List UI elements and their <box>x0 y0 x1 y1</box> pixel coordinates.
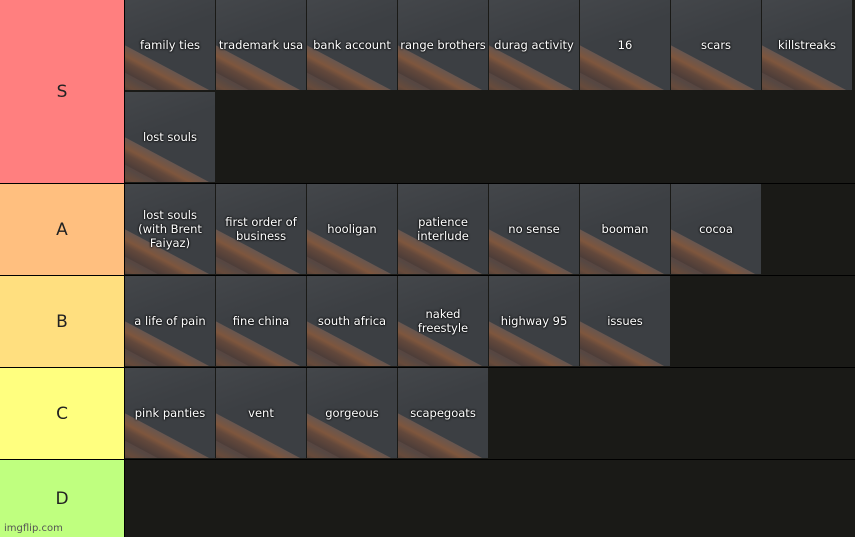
tier-item-label: range brothers <box>400 38 486 52</box>
tier-item[interactable]: family ties <box>125 0 215 90</box>
tier-item[interactable]: scapegoats <box>398 368 488 458</box>
tier-item-label: a life of pain <box>134 314 206 328</box>
tier-item[interactable]: south africa <box>307 276 397 366</box>
tier-item-label: first order of business <box>225 215 297 243</box>
tier-item-label: killstreaks <box>778 38 836 52</box>
tier-item-label: durag activity <box>494 38 574 52</box>
tier-items-c: pink panties vent gorgeous scapegoats <box>125 368 855 459</box>
tier-item[interactable]: hooligan <box>307 184 397 274</box>
tier-item[interactable]: patience interlude <box>398 184 488 274</box>
tier-item-label: gorgeous <box>325 406 379 420</box>
imgflip-watermark: imgflip.com <box>4 523 63 534</box>
tier-item[interactable]: booman <box>580 184 670 274</box>
tier-item-label: lost souls (with Brent Faiyaz) <box>138 208 202 250</box>
tier-label-c: C <box>0 368 124 459</box>
tier-row-a: A lost souls (with Brent Faiyaz) first or… <box>0 184 855 275</box>
tier-row-b: B a life of pain fine china south africa na… <box>0 276 855 367</box>
tier-row-d: D <box>0 460 855 537</box>
tier-item-label: 16 <box>617 38 633 52</box>
tier-items-d <box>125 460 855 537</box>
tier-item-label: vent <box>248 406 274 420</box>
tier-item[interactable]: cocoa <box>671 184 761 274</box>
tier-item[interactable]: pink panties <box>125 368 215 458</box>
tier-item-label: booman <box>601 222 649 236</box>
tier-item-label: bank account <box>313 38 391 52</box>
tier-item[interactable]: gorgeous <box>307 368 397 458</box>
tier-item[interactable]: range brothers <box>398 0 488 90</box>
tier-label-b: B <box>0 276 124 367</box>
tier-item[interactable]: killstreaks <box>762 0 852 90</box>
tier-item[interactable]: lost souls <box>125 92 215 182</box>
tier-item-label: lost souls <box>143 130 197 144</box>
tier-item-label: fine china <box>232 314 290 328</box>
tier-item-label: hooligan <box>327 222 377 236</box>
tier-item[interactable]: 16 <box>580 0 670 90</box>
tier-item[interactable]: highway 95 <box>489 276 579 366</box>
tier-item[interactable]: first order of business <box>216 184 306 274</box>
tier-item[interactable]: no sense <box>489 184 579 274</box>
tier-item-label: naked freestyle <box>417 307 469 335</box>
tier-item-label: scapegoats <box>410 406 476 420</box>
tier-item[interactable]: scars <box>671 0 761 90</box>
tier-item-label: issues <box>607 314 643 328</box>
tier-label-a: A <box>0 184 124 275</box>
tier-item-label: no sense <box>508 222 560 236</box>
tier-item[interactable]: issues <box>580 276 670 366</box>
tier-item-label: scars <box>700 38 732 52</box>
tier-item-label: trademark usa <box>218 38 304 52</box>
tier-item-label: highway 95 <box>500 314 568 328</box>
tier-list: S family ties trademark usa bank account ra… <box>0 0 855 537</box>
tier-row-c: C pink panties vent gorgeous scapegoats <box>0 368 855 459</box>
tier-label-s: S <box>0 0 124 183</box>
tier-items-a: lost souls (with Brent Faiyaz) first orde… <box>125 184 855 275</box>
tier-item-label: family ties <box>140 38 200 52</box>
tier-item[interactable]: trademark usa <box>216 0 306 90</box>
tier-item[interactable]: durag activity <box>489 0 579 90</box>
tier-item[interactable]: vent <box>216 368 306 458</box>
tier-item-label: cocoa <box>699 222 733 236</box>
tier-item-label: south africa <box>317 314 387 328</box>
tier-item[interactable]: fine china <box>216 276 306 366</box>
tier-items-b: a life of pain fine china south africa nake… <box>125 276 855 367</box>
tier-item[interactable]: bank account <box>307 0 397 90</box>
tier-item[interactable]: naked freestyle <box>398 276 488 366</box>
tier-item[interactable]: lost souls (with Brent Faiyaz) <box>125 184 215 274</box>
tier-row-s: S family ties trademark usa bank account ra… <box>0 0 855 183</box>
tier-item-label: pink panties <box>134 406 206 420</box>
tier-item-label: patience interlude <box>417 215 469 243</box>
tier-items-s: family ties trademark usa bank account rang… <box>125 0 855 183</box>
tier-item[interactable]: a life of pain <box>125 276 215 366</box>
